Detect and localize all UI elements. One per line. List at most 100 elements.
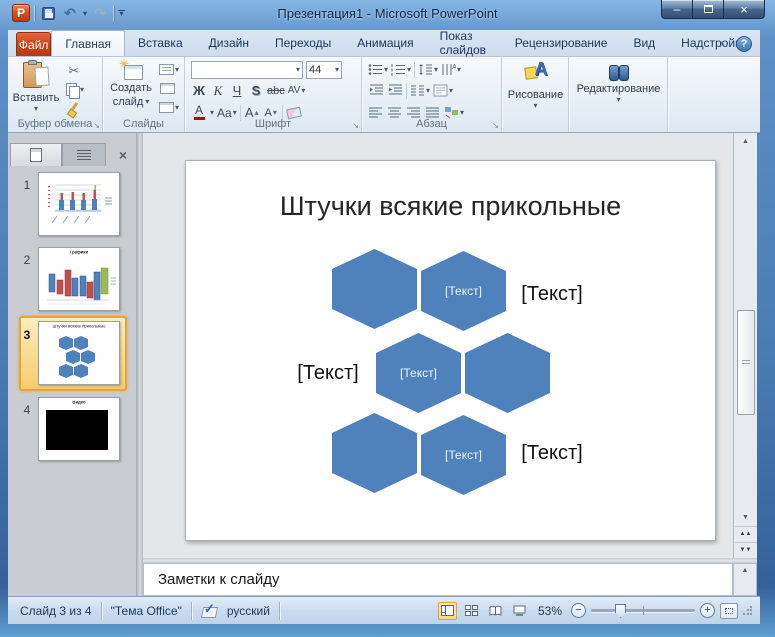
dialog-launcher-icon[interactable]: ↘: [93, 121, 100, 130]
thumbnail-chart: [39, 173, 119, 235]
slide-canvas[interactable]: Штучки всякие прикольные [Текст] [Текст]…: [185, 160, 716, 541]
text-direction-button[interactable]: А▾: [441, 61, 461, 78]
normal-view-button[interactable]: [438, 602, 457, 620]
chevron-down-icon: ▾: [335, 67, 339, 73]
zoom-slider-track[interactable]: [591, 609, 695, 612]
notes-scrollbar[interactable]: ▲: [733, 563, 757, 596]
text-box-button[interactable]: ▾: [433, 82, 453, 99]
chevron-down-icon: ▾: [175, 105, 179, 111]
slide-thumbnail-1[interactable]: [38, 172, 120, 236]
help-button[interactable]: ?: [736, 36, 752, 52]
section-button[interactable]: ▾: [159, 99, 179, 116]
maximize-button[interactable]: [693, 0, 723, 19]
strikethrough-button[interactable]: abc: [267, 82, 285, 99]
new-slide-button[interactable]: ✳ Создать слайд▾: [107, 60, 155, 108]
bullets-button[interactable]: ▾: [368, 61, 388, 78]
slide-thumbnail-4[interactable]: Видео: [38, 397, 120, 461]
zoom-percentage[interactable]: 53%: [538, 604, 562, 618]
slide-thumbnail-2[interactable]: Графики: [38, 247, 120, 311]
reading-view-button[interactable]: [486, 602, 505, 620]
dialog-launcher-icon[interactable]: ↘: [492, 121, 499, 130]
new-slide-label2: слайд▾: [113, 96, 150, 108]
group-slides: ✳ Создать слайд▾ ▾ ▾ Слайды: [103, 57, 185, 132]
paste-button[interactable]: Вставить ▾: [12, 60, 60, 112]
zoom-slider-thumb[interactable]: [615, 604, 626, 618]
character-spacing-button[interactable]: AV▾: [288, 82, 306, 99]
zoom-out-button[interactable]: −: [571, 603, 586, 618]
increase-indent-button[interactable]: [387, 82, 403, 99]
notes-pane[interactable]: Заметки к слайду: [143, 563, 733, 596]
underline-button[interactable]: Ч: [229, 82, 245, 99]
editing-button[interactable]: Редактирование ▾: [569, 63, 668, 103]
format-painter-button[interactable]: [66, 100, 82, 117]
font-size-combo[interactable]: 44▾: [306, 61, 342, 79]
reset-slide-button[interactable]: [159, 80, 175, 97]
slideshow-button[interactable]: [510, 602, 529, 620]
hexagon-shape[interactable]: [332, 413, 417, 493]
scroll-down-button[interactable]: ▼: [735, 509, 757, 526]
scrollbar-track[interactable]: [735, 150, 757, 509]
text-box-icon: [433, 84, 448, 97]
scrollbar-thumb[interactable]: [737, 310, 755, 415]
thumbnail-title: Штучки всякие прикольные: [51, 325, 107, 329]
copy-button[interactable]: ▾: [66, 81, 84, 98]
eraser-icon: [286, 106, 302, 119]
line-spacing-button[interactable]: ▾: [418, 61, 438, 78]
tab-file[interactable]: Файл: [16, 32, 51, 56]
line-spacing-icon: [418, 63, 433, 76]
slide-number: 1: [20, 178, 34, 192]
minimize-button[interactable]: –: [661, 0, 693, 19]
close-button[interactable]: ×: [723, 0, 765, 19]
chevron-down-icon: ▾: [434, 67, 438, 73]
columns-button[interactable]: ▾: [410, 82, 430, 99]
next-slide-button[interactable]: ▼▼: [735, 542, 757, 558]
hexagon-shape[interactable]: [Текст]: [421, 415, 506, 495]
tab-outline[interactable]: [62, 143, 106, 166]
language-indicator[interactable]: русский: [227, 604, 270, 618]
previous-slide-button[interactable]: ▲▲: [735, 526, 757, 542]
slide-sorter-button[interactable]: [462, 602, 481, 620]
scroll-up-button[interactable]: ▲: [735, 133, 757, 150]
group-clipboard: Вставить ▾ ✂ ▾ Буфер обмена ↘: [8, 57, 103, 132]
chevron-down-icon: ▾: [457, 67, 461, 73]
bold-button[interactable]: Ж: [191, 82, 207, 99]
decrease-indent-button[interactable]: [368, 82, 384, 99]
fit-to-window-button[interactable]: [720, 603, 738, 619]
tab-animations[interactable]: Анимация: [344, 30, 426, 56]
layout-button[interactable]: ▾: [159, 61, 179, 78]
tab-insert[interactable]: Вставка: [125, 30, 196, 56]
text-shadow-button[interactable]: S: [248, 82, 264, 99]
drawing-button[interactable]: A Рисование ▾: [502, 63, 569, 109]
hexagon-shape[interactable]: [Текст]: [421, 251, 506, 331]
chevron-down-icon: ▾: [175, 67, 179, 73]
slide-title[interactable]: Штучки всякие прикольные: [186, 191, 715, 222]
smartart-text-placeholder[interactable]: [Текст]: [506, 442, 598, 465]
tab-slides-thumbnails[interactable]: [10, 143, 62, 166]
close-panel-button[interactable]: ×: [111, 143, 135, 166]
resize-grip[interactable]: [743, 606, 752, 615]
smartart-text-placeholder[interactable]: [Текст]: [506, 283, 598, 306]
dialog-launcher-icon[interactable]: ↘: [352, 121, 359, 130]
hexagon-shape[interactable]: [332, 249, 417, 329]
tab-view[interactable]: Вид: [620, 30, 668, 56]
hexagon-shape[interactable]: [465, 333, 550, 413]
up-arrow-icon: ▴: [255, 110, 259, 116]
tab-review[interactable]: Рецензирование: [502, 30, 621, 56]
cut-button[interactable]: ✂: [66, 62, 82, 79]
font-name-combo[interactable]: ▾: [191, 61, 303, 79]
hexagon-shape[interactable]: [Текст]: [376, 333, 461, 413]
numbering-button[interactable]: ▾: [391, 61, 411, 78]
spellcheck-icon[interactable]: ✓: [201, 604, 217, 618]
tab-home[interactable]: Главная: [51, 30, 125, 56]
tab-transitions[interactable]: Переходы: [262, 30, 344, 56]
italic-button[interactable]: K: [210, 82, 226, 99]
collapse-ribbon-icon[interactable]: ∧: [719, 39, 726, 50]
smartart-text-placeholder[interactable]: [Текст]: [282, 362, 374, 385]
new-slide-icon: ✳: [119, 60, 143, 80]
tab-design[interactable]: Дизайн: [196, 30, 262, 56]
new-slide-label: Создать: [110, 82, 152, 94]
theme-name[interactable]: "Тема Office": [111, 604, 182, 618]
slide-thumbnail-3[interactable]: Штучки всякие прикольные: [38, 321, 120, 385]
zoom-in-button[interactable]: +: [700, 603, 715, 618]
tab-slideshow[interactable]: Показ слайдов: [427, 30, 502, 56]
